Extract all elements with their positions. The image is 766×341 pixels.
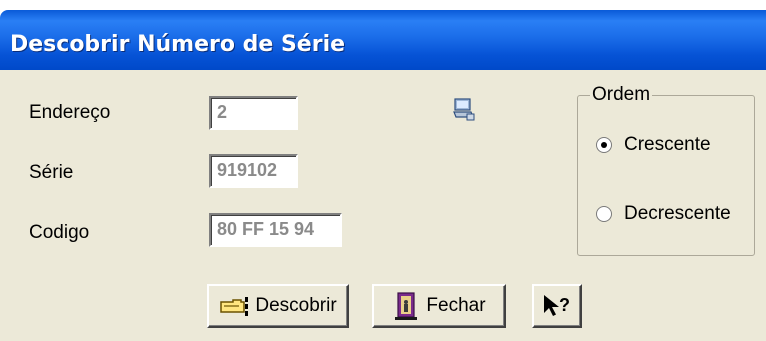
window-title: Descobrir Número de Série [10, 32, 346, 57]
radio-crescente-dot[interactable] [596, 137, 612, 153]
codigo-field[interactable]: 80 FF 15 94 [209, 213, 342, 247]
help-button[interactable]: ? [532, 284, 582, 328]
dialog-body: Endereço 2 Série 919102 Codigo 80 FF 15 … [0, 70, 766, 341]
radio-decrescente-dot[interactable] [596, 206, 612, 222]
computer-icon [453, 98, 475, 121]
radio-decrescente[interactable]: Decrescente [596, 203, 731, 225]
svg-text:?: ? [559, 295, 570, 315]
serie-label: Série [29, 162, 74, 183]
radio-crescente-label: Crescente [624, 134, 711, 155]
ordem-group: Ordem Crescente Decrescente [577, 84, 755, 256]
radio-crescente[interactable]: Crescente [596, 134, 711, 156]
descobrir-button[interactable]: Descobrir [207, 284, 349, 328]
fechar-label: Fechar [426, 295, 486, 316]
door-exit-icon [392, 291, 420, 321]
descobrir-label: Descobrir [255, 295, 337, 316]
endereco-label: Endereço [29, 102, 111, 123]
help-pointer-icon: ? [541, 292, 573, 320]
fechar-button[interactable]: Fechar [372, 284, 506, 328]
pointing-hand-icon [219, 294, 249, 318]
serie-field[interactable]: 919102 [209, 154, 298, 188]
endereco-field[interactable]: 2 [209, 96, 298, 130]
codigo-label: Codigo [29, 222, 90, 243]
title-bar[interactable]: Descobrir Número de Série [0, 10, 766, 70]
radio-decrescente-label: Decrescente [624, 203, 731, 224]
ordem-legend: Ordem [590, 84, 653, 106]
dialog-window: Descobrir Número de Série Endereço 2 Sér… [0, 0, 766, 341]
